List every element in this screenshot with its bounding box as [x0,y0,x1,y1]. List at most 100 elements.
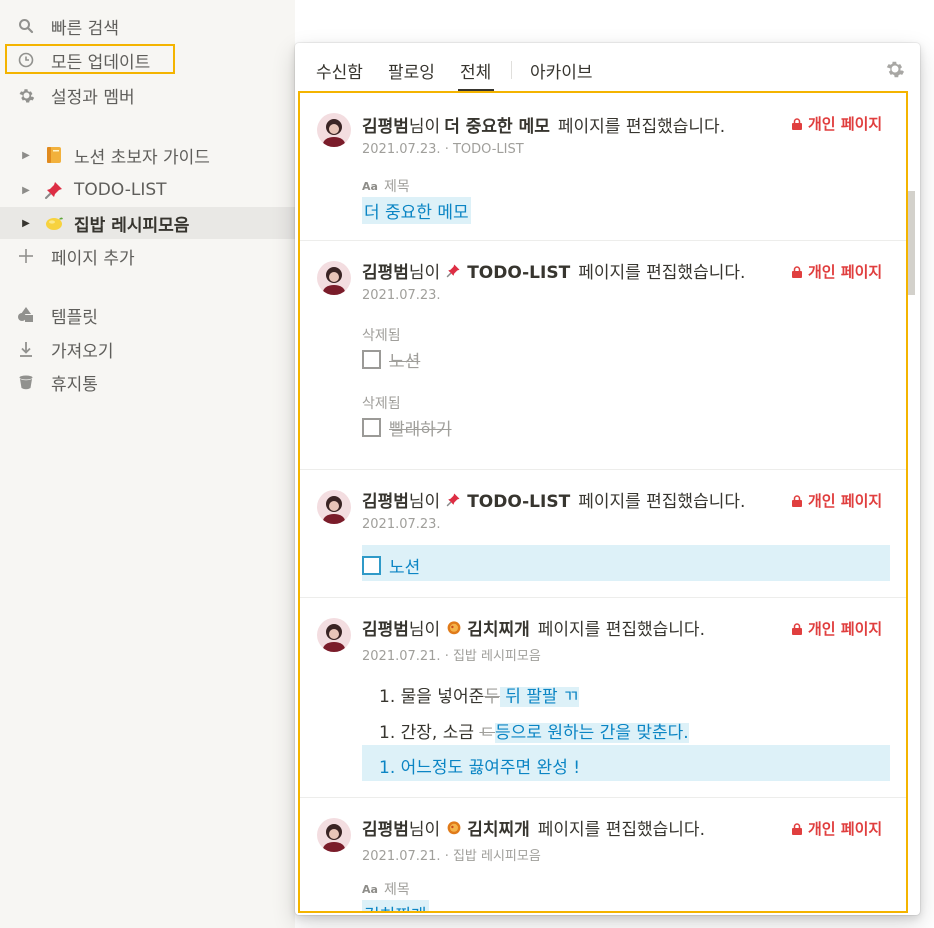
triangle-right-icon[interactable]: ▶ [21,149,31,161]
add-page-label: 페이지 추가 [51,248,135,269]
update-headline: 김평범님이 김치찌개 페이지를 편집했습니다. [362,815,705,840]
sidebar-item-quick-search[interactable]: 빠른 검색 [0,11,295,41]
update-card[interactable]: 김평범님이 TODO-LIST 페이지를 편집했습니다. 개인 페이지 2021.0… [300,470,906,598]
deleted-label: 삭제됨 [362,328,401,344]
sidebar-item-label: 집밥 레시피모음 [74,215,190,236]
update-card[interactable]: 김평범님이 TODO-LIST 페이지를 편집했습니다. 개인 페이지 2021.0… [300,241,906,470]
sidebar-item-label: 템플릿 [51,307,98,328]
deleted-todo: 노션 [362,347,420,372]
action-text: 페이지를 편집했습니다. [578,263,746,283]
sidebar-page-todo-list[interactable]: ▶ TODO-LIST [0,175,295,205]
notebook-emoji-icon [44,145,64,165]
highlight-box [5,44,175,74]
pushpin-emoji-icon [44,180,64,200]
update-meta: 2021.07.23. [362,517,441,532]
tab-bar: 수신함 팔로잉 전체 아카이브 [295,43,920,89]
user-name: 김평범 [362,263,409,283]
update-headline: 김평범님이 TODO-LIST 페이지를 편집했습니다. [362,258,745,283]
user-suffix: 님이 [408,820,441,840]
avatar [317,618,351,652]
template-icon [17,306,35,324]
private-badge: 개인 페이지 [792,261,882,282]
action-text: 페이지를 편집했습니다. [537,820,705,840]
update-card[interactable]: 김평범님이더 중요한 메모 페이지를 편집했습니다. 개인 페이지 2021.07… [300,93,906,241]
checkbox-icon [362,350,381,369]
private-badge: 개인 페이지 [792,490,882,511]
deleted-label: 삭제됨 [362,396,401,412]
lemon-emoji-icon [44,213,64,233]
action-text: 페이지를 편집했습니다. [578,492,746,512]
lock-icon [792,822,802,835]
sidebar-item-label: 휴지통 [51,374,98,395]
sidebar-item-label: TODO-LIST [74,180,167,200]
avatar [317,490,351,524]
avatar [317,113,351,147]
list-item-added: 1. 어느정도 끓여주면 완성 ! [362,745,890,781]
deleted-todo: 빨래하기 [362,415,452,440]
search-icon [17,17,35,35]
added-text: 더 중요한 메모 [362,197,471,224]
gear-icon [17,86,35,104]
triangle-right-icon[interactable]: ▶ [21,184,31,196]
updates-panel: 수신함 팔로잉 전체 아카이브 김평범님이 더 중요한 메모 페이지를 편집했습니다… [295,43,920,915]
sidebar: 빠른 검색 모든 업데이트 설정과 멤버 ▶ 노션 초보자 가이드 ▶ TODO… [0,0,295,928]
scrollbar-thumb[interactable] [907,191,915,295]
sidebar-page-notion-guide[interactable]: ▶ 노션 초보자 가이드 [0,140,295,170]
sidebar-item-import[interactable]: 가져오기 [0,334,295,364]
action-text: 페이지를 편집했습니다. [557,117,726,137]
user-name: 김평범 [362,492,409,512]
tab-inbox[interactable]: 수신함 [316,58,363,83]
sidebar-item-trash[interactable]: 휴지통 [0,367,295,397]
page-link: TODO-LIST [467,263,571,283]
private-badge: 개인 페이지 [792,818,882,839]
update-card[interactable]: 김평범님이 김치찌개 페이지를 편집했습니다. 개인 페이지 2021.07.21.… [300,798,906,911]
sidebar-item-label: 노션 초보자 가이드 [74,147,210,168]
add-page-button[interactable]: 페이지 추가 [0,241,295,271]
stew-emoji-icon [446,819,463,840]
update-card[interactable]: 김평범님이 김치찌개 페이지를 편집했습니다. 개인 페이지 2021.07.21.… [300,598,906,798]
lock-icon [792,117,802,130]
triangle-right-icon[interactable]: ▶ [21,217,31,229]
trash-icon [17,373,35,391]
lock-icon [792,265,802,278]
checkbox-icon [362,556,381,575]
tab-following[interactable]: 팔로잉 [388,58,435,83]
tab-divider [511,61,512,79]
user-name: 김평범 [362,620,409,640]
pushpin-emoji-icon [446,492,463,512]
sidebar-item-settings[interactable]: 설정과 멤버 [0,80,295,110]
sidebar-item-label: 빠른 검색 [51,18,119,39]
private-badge: 개인 페이지 [792,113,882,134]
user-name: 김평범 [362,117,409,137]
checkbox-icon [362,418,381,437]
action-text: 페이지를 편집했습니다. [537,620,705,640]
sidebar-item-label: 가져오기 [51,341,114,362]
plus-icon [17,247,35,265]
user-suffix: 님이 [408,620,441,640]
update-meta: 2021.07.23. [362,288,441,303]
pushpin-emoji-icon [446,263,463,283]
added-text: 김치찌개 [362,900,429,911]
tab-all[interactable]: 전체 [460,58,491,83]
update-meta: 2021.07.23. · TODO-LIST [362,142,524,157]
tab-archive[interactable]: 아카이브 [530,58,593,83]
update-headline: 김평범님이 TODO-LIST 페이지를 편집했습니다. [362,487,745,512]
user-suffix: 님이 [408,492,441,512]
list-item-diff: 1. 간장, 소금 ㄷ등으로 원하는 간을 맞춘다. [379,723,689,743]
sidebar-item-label: 설정과 멤버 [51,87,135,108]
import-icon [17,340,35,358]
lock-icon [792,622,802,635]
user-suffix: 님이 [408,117,441,137]
sidebar-page-recipes[interactable]: ▶ 집밥 레시피모음 [0,207,295,239]
user-suffix: 님이 [408,263,441,283]
updates-list: 김평범님이 더 중요한 메모 페이지를 편집했습니다. 개인 페이지 2021.07… [298,91,908,913]
lock-icon [792,494,802,507]
added-todo: 노션 [362,545,890,581]
update-meta: 2021.07.21. · 집밥 레시피모음 [362,849,541,864]
text-property-icon: Aa [362,882,378,896]
avatar [317,261,351,295]
property-label: Aa 제목 [362,179,410,195]
page-link: TODO-LIST [467,492,571,512]
gear-icon[interactable] [885,59,905,79]
sidebar-item-templates[interactable]: 템플릿 [0,300,295,330]
